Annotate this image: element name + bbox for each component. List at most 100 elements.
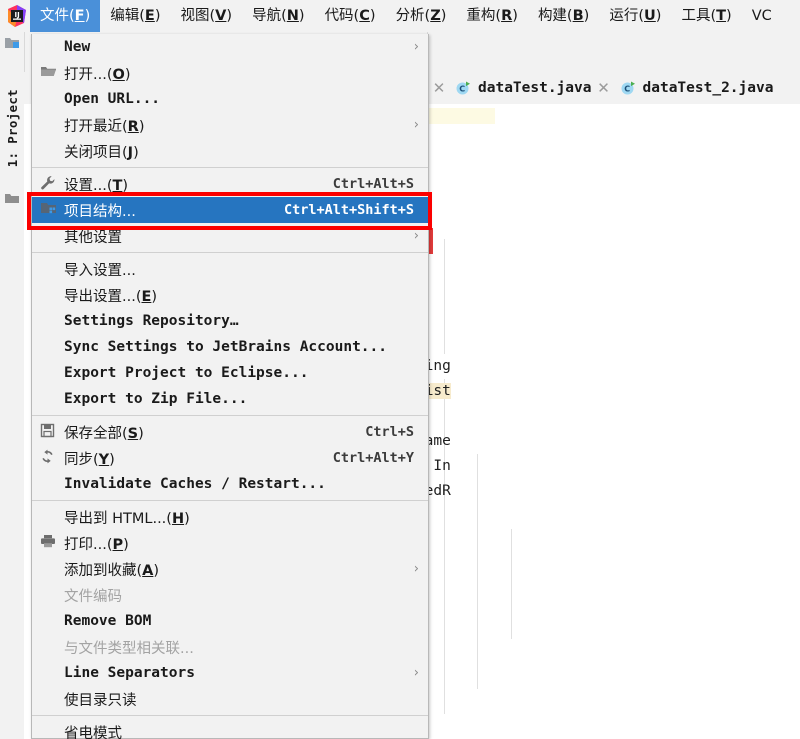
tab-close-icon-0[interactable]: ✕ (429, 79, 449, 97)
chevron-right-icon: › (413, 39, 419, 55)
file-menu-open[interactable]: 打开...(O) (32, 60, 428, 86)
file-menu-settings[interactable]: 设置...(T) Ctrl+Alt+S (32, 171, 428, 197)
menu-item-label: Open URL... (64, 91, 161, 107)
file-menu-export-eclipse[interactable]: Export Project to Eclipse... (32, 360, 428, 386)
project-folder-icon[interactable] (4, 36, 20, 50)
menu-icon-placeholder (40, 312, 64, 330)
menu-item-label: 添加到收藏(A) (64, 562, 160, 579)
menu-item-label: 打开...(O) (64, 66, 131, 83)
file-menu-export-zip[interactable]: Export to Zip File... (32, 386, 428, 412)
file-menu-close-project[interactable]: 关闭项目(J) (32, 138, 428, 164)
project-structure-icon (40, 201, 64, 219)
menubar-run[interactable]: 运行(U) (599, 0, 671, 32)
file-menu-remove-bom[interactable]: Remove BOM (32, 608, 428, 634)
file-menu-new[interactable]: New › (32, 34, 428, 60)
menu-item-label: 文件编码 (64, 588, 122, 605)
menu-icon-placeholder (40, 227, 64, 245)
indent-guide (511, 529, 512, 639)
editor-tab-dataTest[interactable]: C dataTest.java (449, 72, 594, 104)
java-class-icon: C (455, 80, 471, 96)
menu-item-shortcut: Ctrl+Alt+Y (332, 450, 414, 466)
file-menu-project-structure[interactable]: 项目结构... Ctrl+Alt+Shift+S (32, 197, 428, 223)
menubar-analyze[interactable]: 分析(Z) (386, 0, 457, 32)
left-tool-window-strip: 1: Project (0, 32, 25, 739)
menubar-code[interactable]: 代码(C) (315, 0, 386, 32)
tab-close-icon-1[interactable]: ✕ (594, 79, 614, 97)
file-menu-sync-settings[interactable]: Sync Settings to JetBrains Account... (32, 334, 428, 360)
file-menu-export-settings[interactable]: 导出设置...(E) (32, 282, 428, 308)
menu-icon-placeholder (40, 90, 64, 108)
menubar-refactor[interactable]: 重构(R) (456, 0, 528, 32)
menu-item-label: Export to Zip File... (64, 391, 248, 407)
chevron-right-icon: › (413, 561, 419, 577)
menubar-navigate[interactable]: 导航(N) (242, 0, 314, 32)
file-menu-line-separators[interactable]: Line Separators › (32, 660, 428, 686)
menubar-vcs[interactable]: VC (742, 0, 782, 32)
project-tab-label: 1: Project (4, 88, 20, 168)
file-menu-save-all[interactable]: 保存全部(S) Ctrl+S (32, 419, 428, 445)
menu-item-label: 同步(Y) (64, 451, 115, 468)
menubar-edit[interactable]: 编辑(E) (100, 0, 170, 32)
menu-icon-placeholder (40, 38, 64, 56)
menu-icon-placeholder (40, 638, 64, 656)
menu-icon-placeholder (40, 723, 64, 739)
menubar-items: 文件(F) 编辑(E) 视图(V) 导航(N) 代码(C) 分析(Z) 重构(R) 构建(B)… (30, 0, 782, 32)
file-menu-add-to-favorites[interactable]: 添加到收藏(A) › (32, 556, 428, 582)
menu-icon-placeholder (40, 116, 64, 134)
menu-item-label: 关闭项目(J) (64, 144, 139, 161)
menu-icon-placeholder (40, 586, 64, 604)
menu-item-label: 保存全部(S) (64, 425, 144, 442)
menubar-view[interactable]: 视图(V) (171, 0, 243, 32)
file-menu-other-settings[interactable]: 其他设置 › (32, 223, 428, 249)
menubar-tools[interactable]: 工具(T) (671, 0, 741, 32)
menu-item-label: Sync Settings to JetBrains Account... (64, 339, 388, 355)
menu-separator (32, 500, 428, 501)
file-menu-import-settings[interactable]: 导入设置... (32, 256, 428, 282)
intellij-idea-window: IJ 文件(F) 编辑(E) 视图(V) 导航(N) 代码(C) 分析(Z) 重构(R) 构建… (0, 0, 800, 739)
menubar-file[interactable]: 文件(F) (30, 0, 101, 32)
menu-icon-placeholder (40, 475, 64, 493)
file-menu-open-url[interactable]: Open URL... (32, 86, 428, 112)
svg-text:C: C (459, 85, 465, 94)
menu-icon-placeholder (40, 560, 64, 578)
menu-icon-placeholder (40, 612, 64, 630)
menu-item-label: 使目录只读 (64, 692, 137, 709)
editor-tab-label: dataTest.java (478, 80, 592, 96)
menu-item-shortcut: Ctrl+Alt+Shift+S (283, 202, 414, 218)
menu-separator (32, 252, 428, 253)
menu-icon-placeholder (40, 508, 64, 526)
sidebar-tab-project[interactable]: 1: Project (0, 68, 24, 188)
folder-icon[interactable] (4, 192, 20, 206)
file-menu-print[interactable]: 打印...(P) (32, 530, 428, 556)
file-menu-settings-repository[interactable]: Settings Repository… (32, 308, 428, 334)
file-menu-popup[interactable]: New › 打开...(O) Open URL... 打开最近(R) › 关闭项目(J) 设置… (31, 34, 429, 739)
svg-text:C: C (624, 85, 630, 94)
file-menu-make-dir-readonly[interactable]: 使目录只读 (32, 686, 428, 712)
menu-item-shortcut: Ctrl+S (365, 424, 414, 440)
menu-icon-placeholder (40, 260, 64, 278)
menu-separator (32, 715, 428, 716)
file-menu-associate-file-type: 与文件类型相关联... (32, 634, 428, 660)
file-menu-synchronize[interactable]: 同步(Y) Ctrl+Alt+Y (32, 445, 428, 471)
wrench-icon (40, 175, 64, 193)
menubar-build[interactable]: 构建(B) (528, 0, 599, 32)
menu-item-label: Remove BOM (64, 613, 152, 629)
java-class-icon: C (620, 80, 636, 96)
editor-tab-dataTest2[interactable]: C dataTest_2.java (614, 72, 776, 104)
menu-item-label: 导入设置... (64, 262, 136, 279)
file-menu-power-save-mode[interactable]: 省电模式 (32, 719, 428, 739)
menu-separator (32, 415, 428, 416)
menu-icon-placeholder (40, 286, 64, 304)
file-menu-export-html[interactable]: 导出到 HTML...(H) (32, 504, 428, 530)
file-menu-file-encoding: 文件编码 (32, 582, 428, 608)
editor-tab-label: dataTest_2.java (642, 80, 774, 96)
menu-icon-placeholder (40, 390, 64, 408)
file-menu-open-recent[interactable]: 打开最近(R) › (32, 112, 428, 138)
menu-item-label: 导出设置...(E) (64, 288, 158, 305)
menu-item-label: 打印...(P) (64, 536, 129, 553)
svg-text:IJ: IJ (15, 11, 20, 19)
chevron-right-icon: › (413, 665, 419, 681)
file-menu-invalidate-caches[interactable]: Invalidate Caches / Restart... (32, 471, 428, 497)
menu-icon-placeholder (40, 142, 64, 160)
toolbar-divider (24, 32, 25, 72)
